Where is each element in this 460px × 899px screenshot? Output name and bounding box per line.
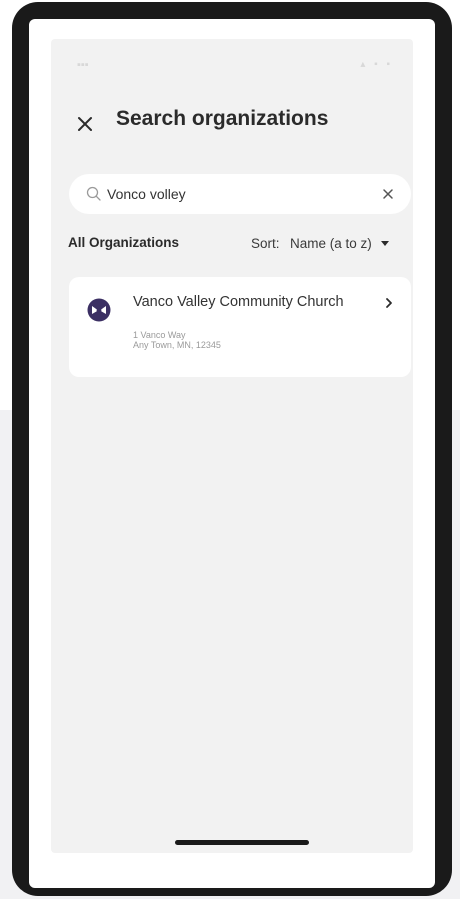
organization-card[interactable]: Vanco Valley Community Church 1 Vanco Wa… bbox=[69, 277, 411, 377]
search-icon bbox=[86, 186, 101, 201]
address-line-1: 1 Vanco Way bbox=[133, 330, 186, 340]
sort-value: Name (a to z) bbox=[289, 236, 372, 251]
list-header: All Organizations Sort: Name (a to z) bbox=[51, 235, 413, 257]
status-icons: ▴ ▪ ▪ bbox=[360, 59, 393, 70]
organization-name: Vanco Valley Community Church bbox=[133, 294, 344, 310]
address-line-2: Any Town, MN, 12345 bbox=[133, 340, 221, 350]
sort-label: Sort: bbox=[251, 236, 280, 251]
search-input[interactable] bbox=[107, 183, 377, 205]
app-view: ▪▪▪ ▴ ▪ ▪ Search organizations Vonco vol… bbox=[51, 39, 413, 853]
caret-down-icon bbox=[381, 241, 390, 247]
close-icon[interactable] bbox=[72, 109, 98, 135]
header: Search organizations bbox=[51, 101, 413, 141]
status-time: ▪▪▪ bbox=[77, 59, 89, 71]
clear-icon[interactable] bbox=[379, 185, 397, 203]
organization-logo bbox=[87, 298, 111, 322]
phone-frame: ▪▪▪ ▴ ▪ ▪ Search organizations Vonco vol… bbox=[12, 2, 452, 896]
phone-screen: ▪▪▪ ▴ ▪ ▪ Search organizations Vonco vol… bbox=[29, 19, 435, 888]
search-bar[interactable] bbox=[69, 174, 411, 214]
status-bar: ▪▪▪ ▴ ▪ ▪ bbox=[51, 39, 413, 79]
organization-address: 1 Vanco Way Any Town, MN, 12345 bbox=[133, 330, 221, 350]
sort-dropdown[interactable]: Sort: Name (a to z) bbox=[251, 235, 413, 255]
section-title: All Organizations bbox=[68, 235, 180, 250]
page-title: Search organizations bbox=[116, 107, 329, 130]
chevron-right-icon bbox=[386, 298, 392, 308]
home-indicator[interactable] bbox=[175, 840, 309, 845]
